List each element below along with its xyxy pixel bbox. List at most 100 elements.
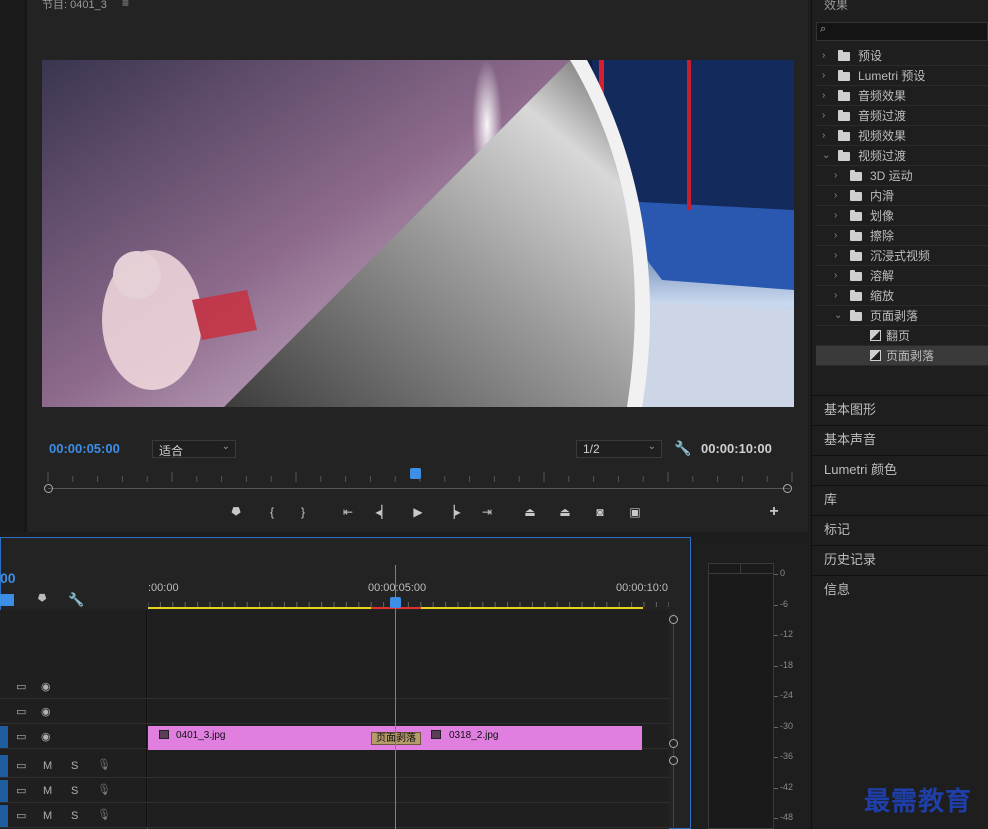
effects-tree-item[interactable]: 页面剥落: [816, 346, 988, 366]
microphone-icon[interactable]: 🎙: [97, 808, 111, 821]
effects-tree-item[interactable]: › 溶解: [816, 266, 988, 286]
track-target-toggle[interactable]: [0, 701, 8, 723]
add-marker-icon[interactable]: ⯂: [227, 504, 243, 520]
effects-search-input[interactable]: ⌕: [816, 22, 988, 41]
panel-tab[interactable]: Lumetri 颜色: [812, 455, 988, 485]
scroll-handle[interactable]: [669, 756, 678, 765]
mute-button[interactable]: M: [43, 785, 52, 797]
effects-tree-item[interactable]: › 预设: [816, 46, 988, 66]
step-forward-icon[interactable]: ▕▸: [445, 504, 461, 520]
chevron-right-icon[interactable]: ›: [822, 46, 825, 66]
effects-tree-item[interactable]: › 擦除: [816, 226, 988, 246]
chevron-right-icon[interactable]: ›: [822, 126, 825, 146]
solo-button[interactable]: S: [71, 785, 78, 797]
effects-tree-item[interactable]: › Lumetri 预设: [816, 66, 988, 86]
clip-0318-2[interactable]: 0318_2.jpg: [421, 726, 642, 750]
chevron-down-icon[interactable]: ⌄: [822, 146, 830, 166]
effects-tree-item[interactable]: 翻页: [816, 326, 988, 346]
extract-icon[interactable]: ⏏: [557, 504, 573, 520]
snap-icon[interactable]: [0, 594, 14, 606]
track-target-toggle[interactable]: [0, 755, 8, 777]
sync-lock-icon[interactable]: ▭: [16, 705, 26, 718]
program-playhead[interactable]: [410, 468, 421, 479]
sync-lock-icon[interactable]: ▭: [16, 680, 26, 693]
go-to-out-icon[interactable]: ⇥: [479, 504, 495, 520]
chevron-right-icon[interactable]: ›: [834, 286, 837, 306]
solo-button[interactable]: S: [71, 760, 78, 772]
timeline-timecode[interactable]: 00: [0, 570, 16, 586]
panel-tab[interactable]: 历史记录: [812, 545, 988, 575]
chevron-right-icon[interactable]: ›: [834, 266, 837, 286]
sync-lock-icon[interactable]: ▭: [16, 730, 26, 743]
eye-icon[interactable]: ◉: [41, 705, 51, 718]
effects-tree-item[interactable]: › 缩放: [816, 286, 988, 306]
effects-tree-item[interactable]: › 视频效果: [816, 126, 988, 146]
eye-icon[interactable]: ◉: [41, 680, 51, 693]
camera-icon[interactable]: ◙: [592, 504, 608, 520]
effects-tree-item[interactable]: › 划像: [816, 206, 988, 226]
play-icon[interactable]: ▶: [410, 504, 426, 520]
track-target-toggle[interactable]: [0, 676, 8, 698]
chevron-right-icon[interactable]: ›: [834, 206, 837, 226]
step-back-icon[interactable]: ◂▏: [375, 504, 391, 520]
scroll-handle[interactable]: [669, 615, 678, 624]
microphone-icon[interactable]: 🎙: [97, 783, 111, 796]
eye-icon[interactable]: ◉: [41, 730, 51, 743]
mute-button[interactable]: M: [43, 810, 52, 822]
panel-tab[interactable]: 库: [812, 485, 988, 515]
sync-lock-icon[interactable]: ▭: [16, 784, 26, 797]
track-target-toggle[interactable]: [0, 780, 8, 802]
chevron-right-icon[interactable]: ›: [822, 106, 825, 126]
panel-tab[interactable]: 基本图形: [812, 395, 988, 425]
clip-0401-3[interactable]: 0401_3.jpg: [148, 726, 372, 750]
sync-lock-icon[interactable]: ▭: [16, 809, 26, 822]
effects-tree-item[interactable]: › 3D 运动: [816, 166, 988, 186]
chevron-right-icon[interactable]: ›: [834, 226, 837, 246]
microphone-icon[interactable]: 🎙: [97, 758, 111, 771]
effects-tree-item[interactable]: › 音频过渡: [816, 106, 988, 126]
chevron-right-icon[interactable]: ›: [822, 86, 825, 106]
scroll-handle[interactable]: [669, 739, 678, 748]
vertical-scrollbar[interactable]: [673, 613, 674, 829]
effects-panel-title[interactable]: 效果: [824, 0, 848, 13]
lift-icon[interactable]: ⏏: [522, 504, 538, 520]
timeline-playhead[interactable]: [390, 597, 401, 608]
chevron-right-icon[interactable]: ›: [834, 246, 837, 266]
resolution-select[interactable]: 1/2 ⌄: [576, 440, 662, 458]
wrench-icon[interactable]: 🔧: [68, 592, 84, 608]
transition-effect-icon: [870, 350, 881, 361]
add-marker-icon[interactable]: ⯂: [37, 593, 46, 606]
fit-select[interactable]: 适合 ⌄: [152, 440, 236, 458]
program-zoom-bar[interactable]: [48, 488, 790, 489]
transition-page-peel[interactable]: 页面剥落: [371, 732, 421, 745]
go-to-in-icon[interactable]: ⇤: [340, 504, 356, 520]
add-button-icon[interactable]: +: [766, 504, 782, 520]
chevron-right-icon[interactable]: ›: [822, 66, 825, 86]
program-monitor-title[interactable]: 节目: 0401_3: [42, 0, 107, 12]
mute-button[interactable]: M: [43, 760, 52, 772]
effects-tree-item[interactable]: › 音频效果: [816, 86, 988, 106]
effects-tree-item[interactable]: ⌄ 页面剥落: [816, 306, 988, 326]
track-target-toggle[interactable]: [0, 726, 8, 748]
zoom-handle-left[interactable]: [44, 484, 53, 493]
wrench-icon[interactable]: 🔧: [674, 440, 691, 456]
zoom-handle-right[interactable]: [783, 484, 792, 493]
panel-tab[interactable]: 基本声音: [812, 425, 988, 455]
effects-tree-item[interactable]: › 沉浸式视频: [816, 246, 988, 266]
chevron-right-icon[interactable]: ›: [834, 186, 837, 206]
track-target-toggle[interactable]: [0, 805, 8, 827]
mark-out-icon[interactable]: }: [295, 504, 311, 520]
mark-in-icon[interactable]: {: [264, 504, 280, 520]
comparison-view-icon[interactable]: ▣: [627, 504, 643, 520]
effects-tree-label: 翻页: [886, 329, 911, 343]
chevron-down-icon[interactable]: ⌄: [834, 306, 842, 326]
chevron-right-icon[interactable]: ›: [834, 166, 837, 186]
solo-button[interactable]: S: [71, 810, 78, 822]
program-current-timecode[interactable]: 00:00:05:00: [49, 441, 120, 456]
sync-lock-icon[interactable]: ▭: [16, 759, 26, 772]
effects-tree-item[interactable]: ⌄ 视频过渡: [816, 146, 988, 166]
panel-tab[interactable]: 标记: [812, 515, 988, 545]
panel-menu-icon[interactable]: ≡: [122, 0, 129, 10]
panel-tab[interactable]: 信息: [812, 575, 988, 605]
effects-tree-item[interactable]: › 内滑: [816, 186, 988, 206]
